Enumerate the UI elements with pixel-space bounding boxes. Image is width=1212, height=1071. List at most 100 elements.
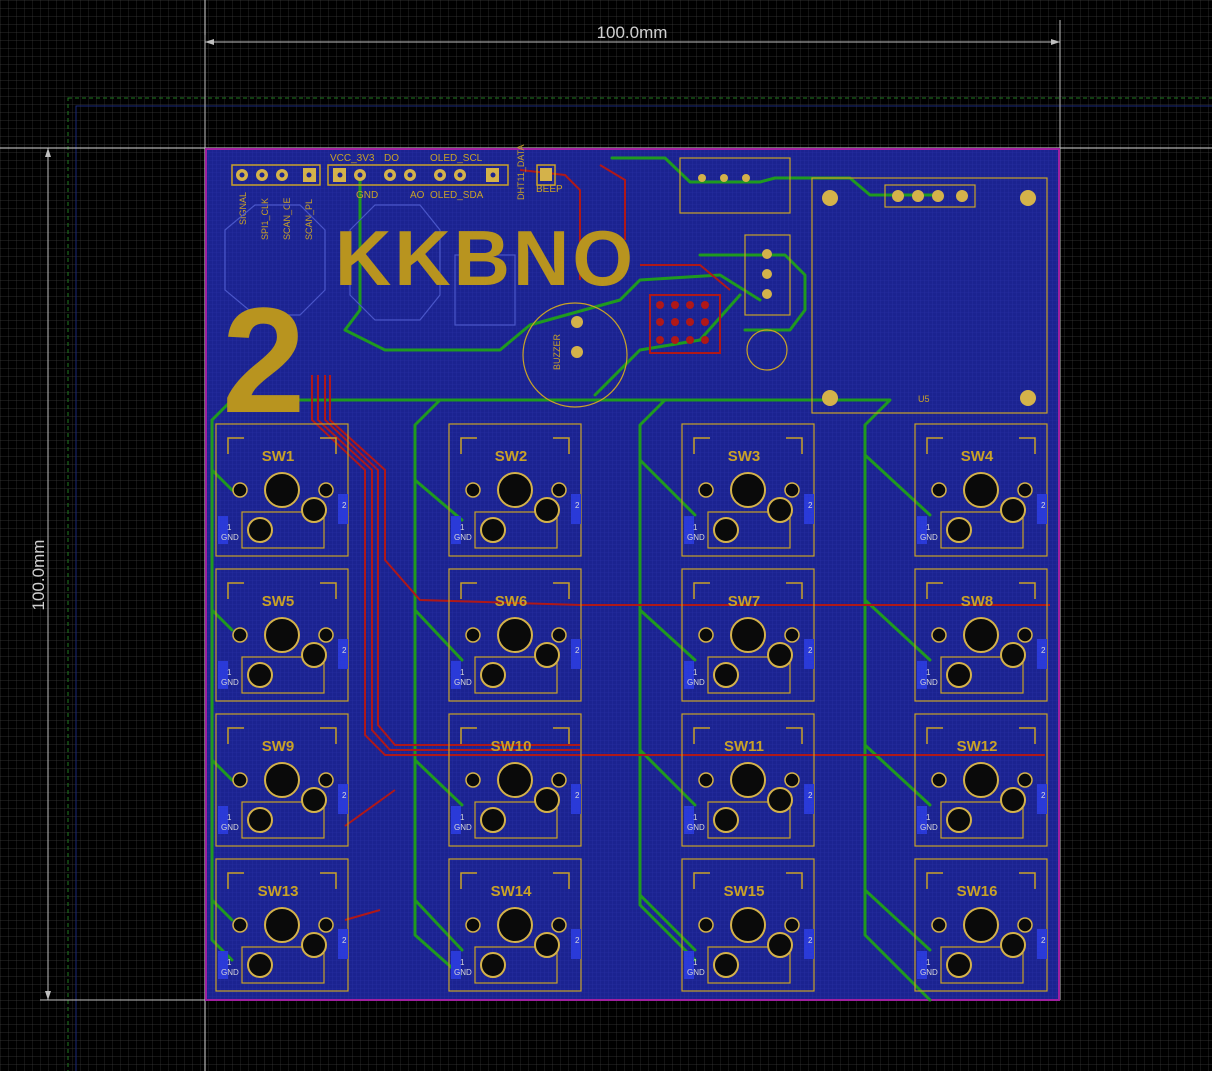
- switch-pad-1: [247, 807, 273, 833]
- switch-pad-2: [1000, 497, 1026, 523]
- switch-pin2-label: 2: [1041, 646, 1046, 655]
- switch-pin1-label: 1: [460, 523, 465, 532]
- switch-pin1-label: 1: [460, 958, 465, 967]
- label-scan-pl: SCAN_PL: [304, 199, 314, 240]
- switch-side-hole: [698, 917, 714, 933]
- switch-side-hole: [465, 482, 481, 498]
- switch-side-hole: [318, 627, 334, 643]
- switch-pin2-label: 2: [342, 501, 347, 510]
- switch-side-hole: [551, 772, 567, 788]
- switch-pad-1: [247, 662, 273, 688]
- switch-pad-2: [534, 932, 560, 958]
- switch-pin2-label: 2: [1041, 936, 1046, 945]
- switch-center-hole: [730, 907, 766, 943]
- switch-label: SW3: [728, 448, 761, 465]
- switch-pin2-label: 2: [808, 791, 813, 800]
- switch-gnd-label: GND: [221, 533, 239, 542]
- switch-label: SW8: [961, 593, 994, 610]
- pcb-editor-canvas[interactable]: 100.0mm 100.0mm VCC_3V3 DO OLED_SCL GND …: [0, 0, 1212, 1071]
- switch-pin1-label: 1: [693, 813, 698, 822]
- switch-label: SW12: [957, 738, 998, 755]
- switch-pin2-label: 2: [1041, 791, 1046, 800]
- switch-side-hole: [931, 917, 947, 933]
- switch-pin2-label: 2: [808, 936, 813, 945]
- switch-center-hole: [264, 472, 300, 508]
- switch-side-hole: [784, 772, 800, 788]
- switch-center-hole: [963, 617, 999, 653]
- label-beep: BEEP: [536, 184, 563, 195]
- switch-pin1-label: 1: [227, 668, 232, 677]
- switch-gnd-label: GND: [920, 678, 938, 687]
- switch-pad-1: [713, 517, 739, 543]
- switch-gnd-label: GND: [687, 678, 705, 687]
- dimension-horizontal-label: 100.0mm: [597, 23, 668, 42]
- switch-pad-2: [301, 642, 327, 668]
- switch-gnd-label: GND: [687, 533, 705, 542]
- switch-side-hole: [465, 627, 481, 643]
- switch-side-hole: [1017, 627, 1033, 643]
- switch-gnd-label: GND: [687, 823, 705, 832]
- switch-label: SW1: [262, 448, 295, 465]
- switch-pad-1: [713, 807, 739, 833]
- switch-side-hole: [698, 482, 714, 498]
- switch-side-hole: [232, 917, 248, 933]
- switch-label: SW2: [495, 448, 528, 465]
- switch-side-hole: [931, 482, 947, 498]
- switch-gnd-label: GND: [920, 968, 938, 977]
- switch-pad-2: [301, 497, 327, 523]
- board-revision[interactable]: 2: [222, 276, 305, 444]
- switch-center-hole: [264, 762, 300, 798]
- switch-pin2-label: 2: [575, 646, 580, 655]
- switch-pad-1: [480, 517, 506, 543]
- switch-pin1-label: 1: [227, 523, 232, 532]
- switch-pad-2: [534, 787, 560, 813]
- switch-label: SW10: [491, 738, 532, 755]
- switch-pin1-label: 1: [926, 523, 931, 532]
- switch-pad-1: [946, 952, 972, 978]
- switch-side-hole: [465, 917, 481, 933]
- switch-pin1-label: 1: [693, 958, 698, 967]
- switch-side-hole: [698, 772, 714, 788]
- switch-gnd-label: GND: [454, 968, 472, 977]
- switch-pad-1: [480, 807, 506, 833]
- label-oled-scl: OLED_SCL: [430, 153, 483, 164]
- switch-label: SW6: [495, 593, 528, 610]
- switch-pad-2: [1000, 932, 1026, 958]
- switch-pad-2: [767, 787, 793, 813]
- switch-side-hole: [551, 482, 567, 498]
- switch-label: SW4: [961, 448, 994, 465]
- switch-side-hole: [232, 627, 248, 643]
- switch-gnd-label: GND: [221, 823, 239, 832]
- switch-pad-1: [713, 952, 739, 978]
- switch-pad-1: [480, 952, 506, 978]
- switch-gnd-label: GND: [454, 678, 472, 687]
- switch-center-hole: [497, 907, 533, 943]
- switch-side-hole: [551, 627, 567, 643]
- switch-label: SW5: [262, 593, 295, 610]
- switch-pin1-label: 1: [227, 958, 232, 967]
- label-do: DO: [384, 153, 399, 164]
- label-u5: U5: [918, 394, 930, 404]
- switch-side-hole: [931, 772, 947, 788]
- board-title[interactable]: KKBNO: [335, 214, 636, 302]
- switch-pin2-label: 2: [342, 646, 347, 655]
- switch-center-hole: [497, 762, 533, 798]
- switch-pad-1: [713, 662, 739, 688]
- switch-side-hole: [232, 482, 248, 498]
- switch-center-hole: [963, 907, 999, 943]
- switch-side-hole: [931, 627, 947, 643]
- switch-pin2-label: 2: [575, 501, 580, 510]
- switch-center-hole: [963, 762, 999, 798]
- switch-side-hole: [318, 482, 334, 498]
- switch-side-hole: [318, 917, 334, 933]
- switch-gnd-label: GND: [221, 968, 239, 977]
- switch-pad-2: [534, 642, 560, 668]
- switch-pad-2: [767, 497, 793, 523]
- label-spi1-clk: SPI1_CLK: [260, 198, 270, 240]
- switch-side-hole: [1017, 772, 1033, 788]
- switch-label: SW16: [957, 883, 998, 900]
- switch-pin2-label: 2: [342, 936, 347, 945]
- switch-pad-1: [946, 517, 972, 543]
- switch-pin1-label: 1: [460, 813, 465, 822]
- switch-pin2-label: 2: [1041, 501, 1046, 510]
